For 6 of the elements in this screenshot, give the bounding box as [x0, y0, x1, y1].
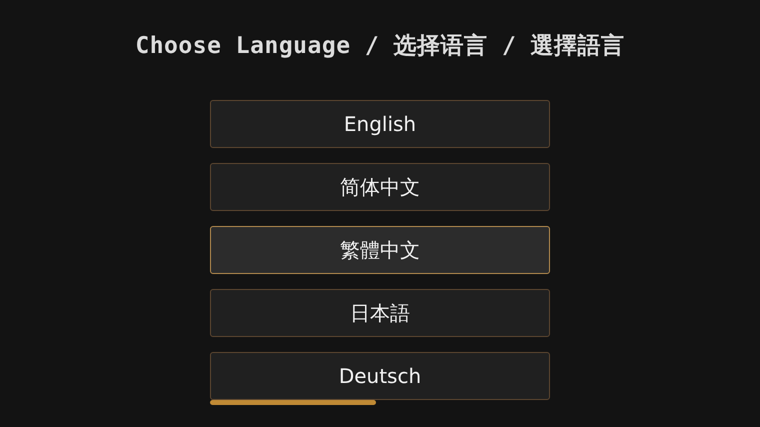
screen-title: Choose Language / 选择语言 / 選擇語言 — [135, 32, 625, 61]
language-button[interactable]: 日本語 — [210, 289, 550, 337]
language-button[interactable]: Deutsch — [210, 352, 550, 400]
language-button[interactable]: 简体中文 — [210, 163, 550, 211]
language-button[interactable]: 繁體中文 — [210, 226, 550, 274]
language-button[interactable]: English — [210, 100, 550, 148]
